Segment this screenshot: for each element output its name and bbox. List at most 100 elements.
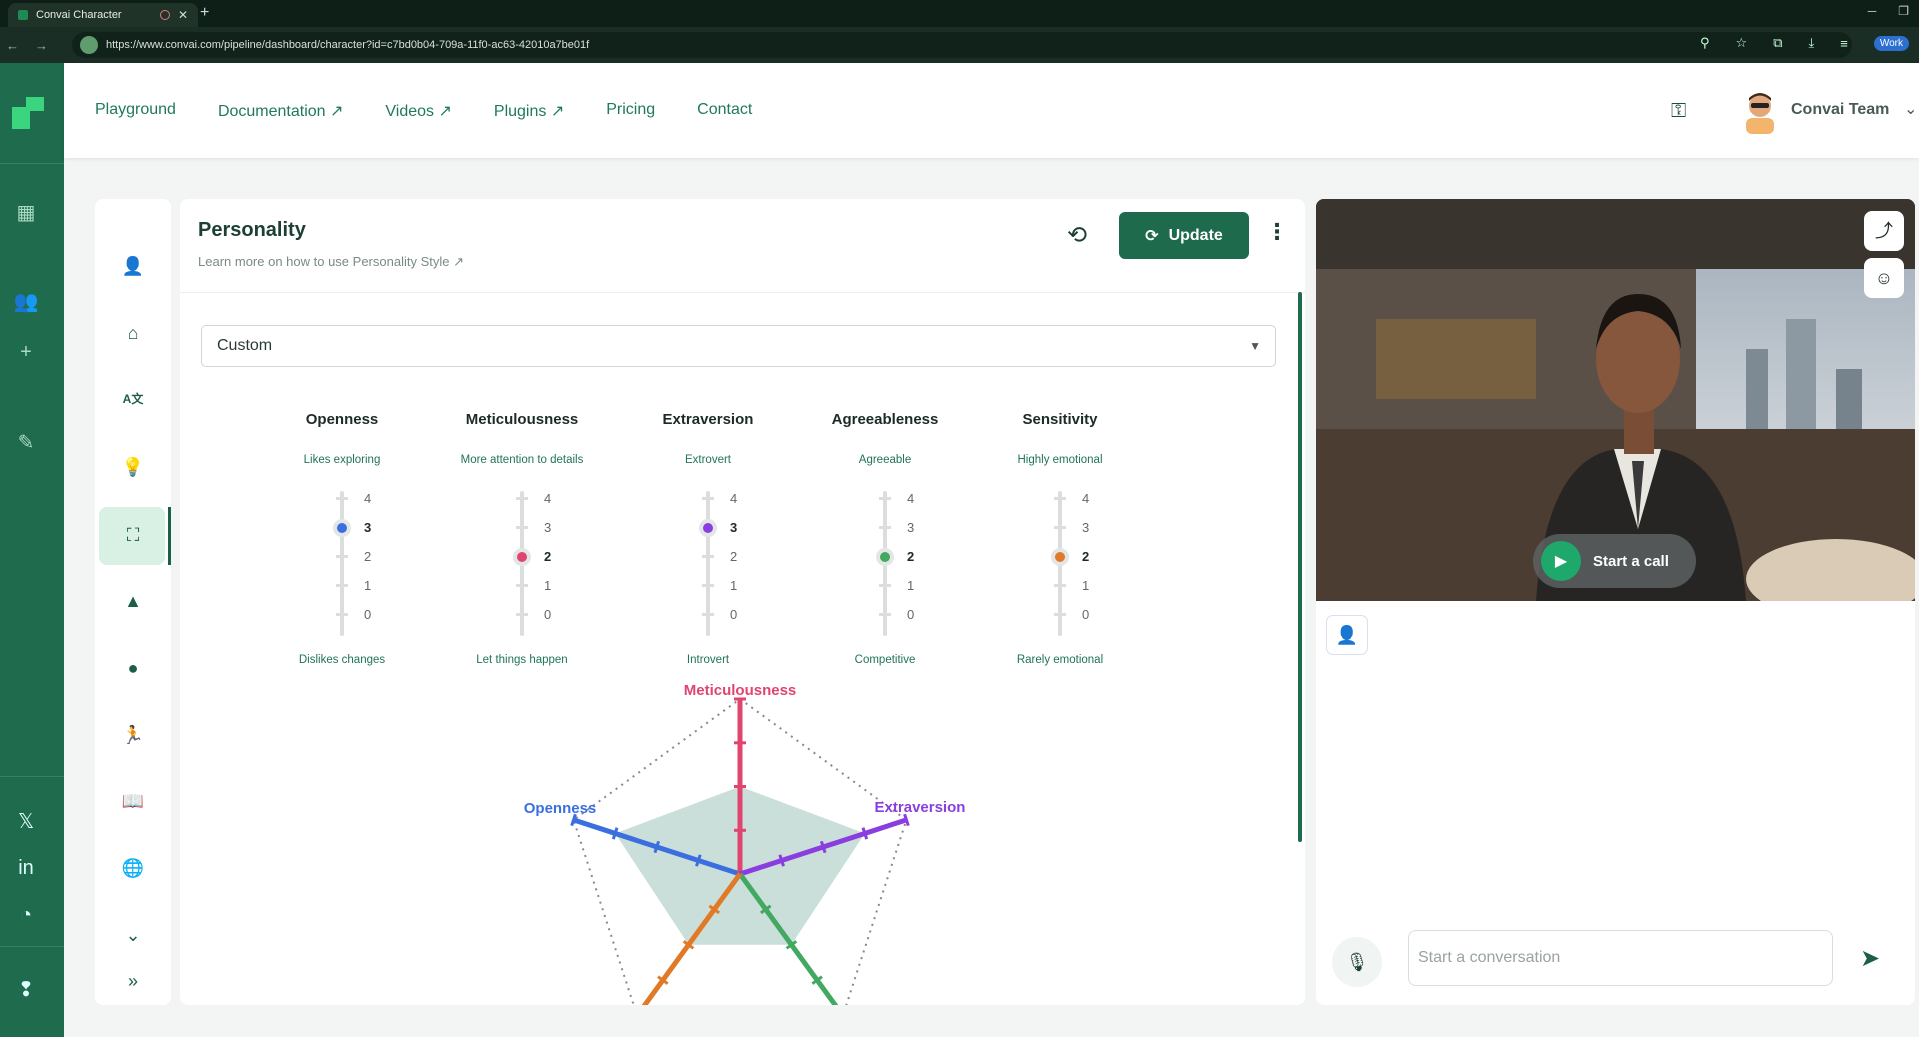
zoom-icon[interactable]: ⚲	[1700, 35, 1710, 51]
knowledge-bulb-icon[interactable]: 💡	[115, 453, 151, 481]
discourse-icon[interactable]: ◔	[12, 901, 40, 929]
extensions-icon[interactable]: ⧉	[1773, 35, 1782, 51]
slider-tick[interactable]	[336, 555, 348, 558]
character-profile-icon[interactable]: 👤	[115, 252, 151, 280]
minimize-icon[interactable]: ─	[1868, 4, 1877, 18]
trait-high-label: Agreeable	[858, 454, 912, 466]
history-icon[interactable]: ⟲	[1067, 221, 1087, 250]
slider-tick[interactable]	[1054, 497, 1066, 500]
user-name[interactable]: Convai Team	[1791, 101, 1889, 119]
more-options-icon[interactable]: ⋮	[1266, 219, 1288, 245]
nav-contact[interactable]: Contact	[697, 101, 752, 121]
personality-help-link[interactable]: Learn more on how to use Personality Sty…	[198, 254, 464, 270]
personality-preset-select[interactable]: Custom ▼	[201, 325, 1276, 367]
linkedin-icon[interactable]: in	[12, 854, 40, 882]
trait-sensitivity: Sensitivity Highly emotional 4 3 2 1 0 Rarely e…	[960, 411, 1160, 671]
emotion-icon[interactable]: ☺	[1864, 258, 1904, 298]
users-icon[interactable]: 👥	[12, 288, 40, 316]
rail-divider	[0, 163, 64, 164]
slider-tick[interactable]	[336, 497, 348, 500]
slider-tick-label: 2	[364, 549, 372, 564]
send-icon[interactable]: ➤	[1860, 944, 1880, 973]
slider-tick[interactable]	[516, 526, 528, 529]
personality-radar-chart: Meticulousness Openness Extraversion	[524, 682, 965, 1005]
trait-name: Openness	[305, 411, 379, 428]
new-tab-button[interactable]: +	[200, 4, 209, 22]
trait-extraversion: Extraversion Extrovert 4 3 2 1 0 Introvert	[608, 411, 808, 671]
avatar[interactable]	[1740, 88, 1780, 134]
slider-knob[interactable]	[513, 548, 531, 566]
site-info-icon[interactable]	[80, 36, 98, 54]
language-icon[interactable]: A文	[115, 385, 151, 413]
close-tab-icon[interactable]: ✕	[178, 8, 188, 22]
voice-icon[interactable]: ⌂	[115, 319, 151, 347]
update-button[interactable]: ⟳ Update	[1119, 212, 1249, 259]
slider-tick-label: 2	[1082, 549, 1090, 564]
slider-tick[interactable]	[879, 584, 891, 587]
video-camera-icon: ▶	[1541, 541, 1581, 581]
slider-tick[interactable]	[516, 584, 528, 587]
browser-tabbar: Convai Character ✕ + ─ ❐	[0, 0, 1919, 27]
slider-knob[interactable]	[1051, 548, 1069, 566]
add-user-icon[interactable]: +	[12, 338, 40, 366]
chevron-down-icon[interactable]: ⌄	[1904, 99, 1917, 119]
slider-tick[interactable]	[702, 497, 714, 500]
expand-sidebar-icon[interactable]: »	[115, 967, 151, 995]
warning-icon[interactable]: ▲	[115, 587, 151, 615]
forward-icon[interactable]: →	[35, 38, 48, 53]
convai-logo[interactable]	[12, 97, 44, 129]
trait-high-label: More attention to details	[460, 454, 584, 466]
dashboard-icon[interactable]: ▦	[12, 199, 40, 227]
mind-icon[interactable]: ●	[115, 654, 151, 682]
browser-actions: ⚲ ☆ ⧉ ⤓ ≡ Work	[1700, 35, 1909, 51]
slider-tick[interactable]	[702, 555, 714, 558]
user-persona-icon[interactable]: 👤	[1326, 615, 1368, 655]
pen-icon[interactable]: ✎	[12, 429, 40, 457]
slider-knob[interactable]	[876, 548, 894, 566]
reading-list-icon[interactable]: ≡	[1840, 36, 1848, 51]
slider-tick-label: 4	[730, 491, 738, 506]
slider-tick[interactable]	[516, 613, 528, 616]
feedback-icon[interactable]: ❢	[12, 976, 40, 1004]
slider-tick-label: 0	[364, 607, 372, 622]
slider-tick-label: 4	[1082, 491, 1090, 506]
slider-tick[interactable]	[1054, 613, 1066, 616]
slider-knob[interactable]	[333, 519, 351, 537]
slider-tick[interactable]	[702, 584, 714, 587]
radar-axis-tick	[861, 827, 869, 840]
nav-documentation[interactable]: Documentation ↗	[218, 101, 343, 121]
slider-tick[interactable]	[336, 584, 348, 587]
nav-videos[interactable]: Videos ↗	[385, 101, 451, 121]
slider-knob[interactable]	[699, 519, 717, 537]
microphone-off-icon[interactable]: 🎙	[1332, 937, 1382, 987]
slider-tick[interactable]	[516, 497, 528, 500]
slider-tick[interactable]	[702, 613, 714, 616]
globe-icon[interactable]: 🌐	[115, 854, 151, 882]
browser-tab[interactable]: Convai Character ✕	[8, 3, 198, 27]
slider-tick[interactable]	[879, 613, 891, 616]
personality-icon[interactable]: ⛶	[115, 521, 151, 549]
chat-input[interactable]: Start a conversation	[1408, 930, 1833, 986]
slider-tick[interactable]	[1054, 584, 1066, 587]
actions-icon[interactable]: 🏃	[115, 721, 151, 749]
api-key-icon[interactable]: ⚿	[1671, 100, 1686, 123]
slider-tick[interactable]	[879, 497, 891, 500]
slider-tick[interactable]	[879, 526, 891, 529]
profile-pill[interactable]: Work	[1873, 35, 1909, 51]
narrative-book-icon[interactable]: 📖	[115, 787, 151, 815]
restore-icon[interactable]: ❐	[1898, 4, 1909, 18]
start-call-button[interactable]: ▶ Start a call	[1533, 534, 1696, 588]
url-field[interactable]: https://www.convai.com/pipeline/dashboar…	[72, 32, 1852, 58]
trait-low-label: Competitive	[854, 654, 916, 666]
share-icon[interactable]: ⤴	[1864, 211, 1904, 251]
slider-tick[interactable]	[336, 613, 348, 616]
nav-pricing[interactable]: Pricing	[606, 101, 655, 121]
back-icon[interactable]: ←	[6, 38, 19, 53]
nav-playground[interactable]: Playground	[95, 101, 176, 121]
scroll-down-icon[interactable]: ⌄	[115, 921, 151, 949]
bookmark-star-icon[interactable]: ☆	[1736, 35, 1748, 51]
nav-plugins[interactable]: Plugins ↗	[494, 101, 564, 121]
x-twitter-icon[interactable]: 𝕏	[12, 808, 40, 836]
slider-tick[interactable]	[1054, 526, 1066, 529]
download-icon[interactable]: ⤓	[1809, 35, 1815, 51]
